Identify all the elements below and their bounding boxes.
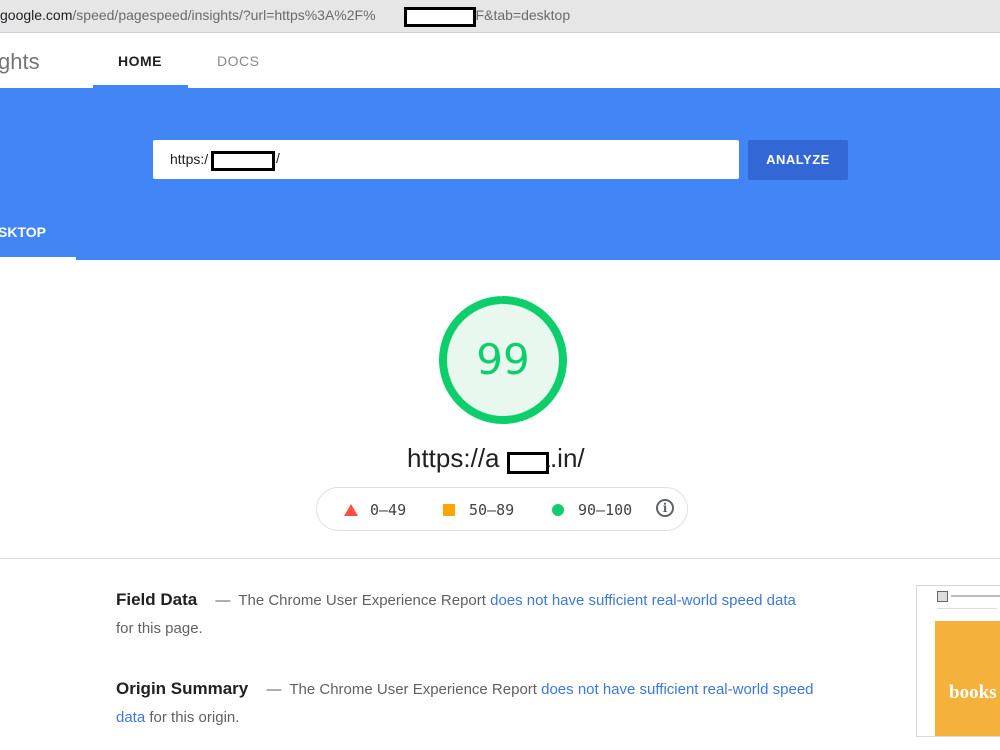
active-device-indicator (0, 257, 76, 260)
tab-docs[interactable]: DOCS (217, 53, 259, 69)
tab-home[interactable]: HOME (118, 53, 162, 69)
analyze-button[interactable]: ANALYZE (748, 140, 848, 180)
square-icon (443, 504, 455, 516)
address-text[interactable]: google.com/speed/pagespeed/insights/?url… (0, 7, 570, 23)
tab-desktop[interactable]: SKTOP (0, 224, 46, 240)
field-data-text-end: for this page. (116, 620, 203, 637)
tested-url-prefix: https://a (407, 443, 500, 473)
thumbnail-nav-line (937, 608, 997, 609)
legend-range-poor: 0–49 (370, 501, 407, 519)
page-screenshot-thumbnail: books (916, 585, 1000, 737)
url-input-prefix: https:/ (170, 151, 209, 167)
thumbnail-hero (935, 621, 1000, 736)
url-input-suffix: / (276, 150, 280, 166)
origin-summary-section: Origin Summary — The Chrome User Experie… (116, 675, 816, 732)
address-path: /speed/pagespeed/insights/?url=https%3A%… (72, 7, 376, 23)
thumbnail-header-line (951, 595, 1000, 597)
legend-range-good: 90–100 (578, 501, 633, 519)
divider (0, 558, 1000, 559)
site-logo-icon (937, 591, 948, 602)
legend-range-average: 50–89 (469, 501, 515, 519)
field-data-link[interactable]: does not have sufficient real-world spee… (490, 592, 796, 609)
address-host: google.com (0, 7, 73, 23)
redaction-box (507, 452, 549, 474)
field-data-title: Field Data (116, 590, 198, 609)
redaction-box (211, 151, 275, 171)
field-data-section: Field Data — The Chrome User Experience … (116, 586, 816, 643)
tested-url: https://a a.in/ (407, 443, 585, 474)
product-title: ghts (0, 49, 40, 74)
circle-icon (552, 504, 564, 516)
field-data-dash: — (215, 592, 231, 609)
field-data-text: The Chrome User Experience Report (238, 592, 486, 609)
origin-summary-text-end: for this origin. (149, 709, 240, 726)
score-legend: 0–49 50–89 90–100 i (316, 487, 688, 531)
performance-score: 99 (476, 335, 530, 384)
origin-summary-title: Origin Summary (116, 679, 249, 698)
triangle-icon (344, 504, 358, 516)
browser-address-bar[interactable]: google.com/speed/pagespeed/insights/?url… (0, 0, 1000, 33)
redaction-box (404, 7, 476, 27)
thumbnail-hero-text: books (949, 682, 997, 703)
origin-summary-dash: — (266, 681, 282, 698)
info-icon[interactable]: i (656, 499, 674, 517)
analyze-header: https:/ / ANALYZE SKTOP (0, 88, 1000, 260)
top-navigation: ghts HOME DOCS (0, 33, 1000, 88)
performance-score-gauge: 99 (436, 293, 570, 427)
origin-summary-text: The Chrome User Experience Report (289, 681, 537, 698)
